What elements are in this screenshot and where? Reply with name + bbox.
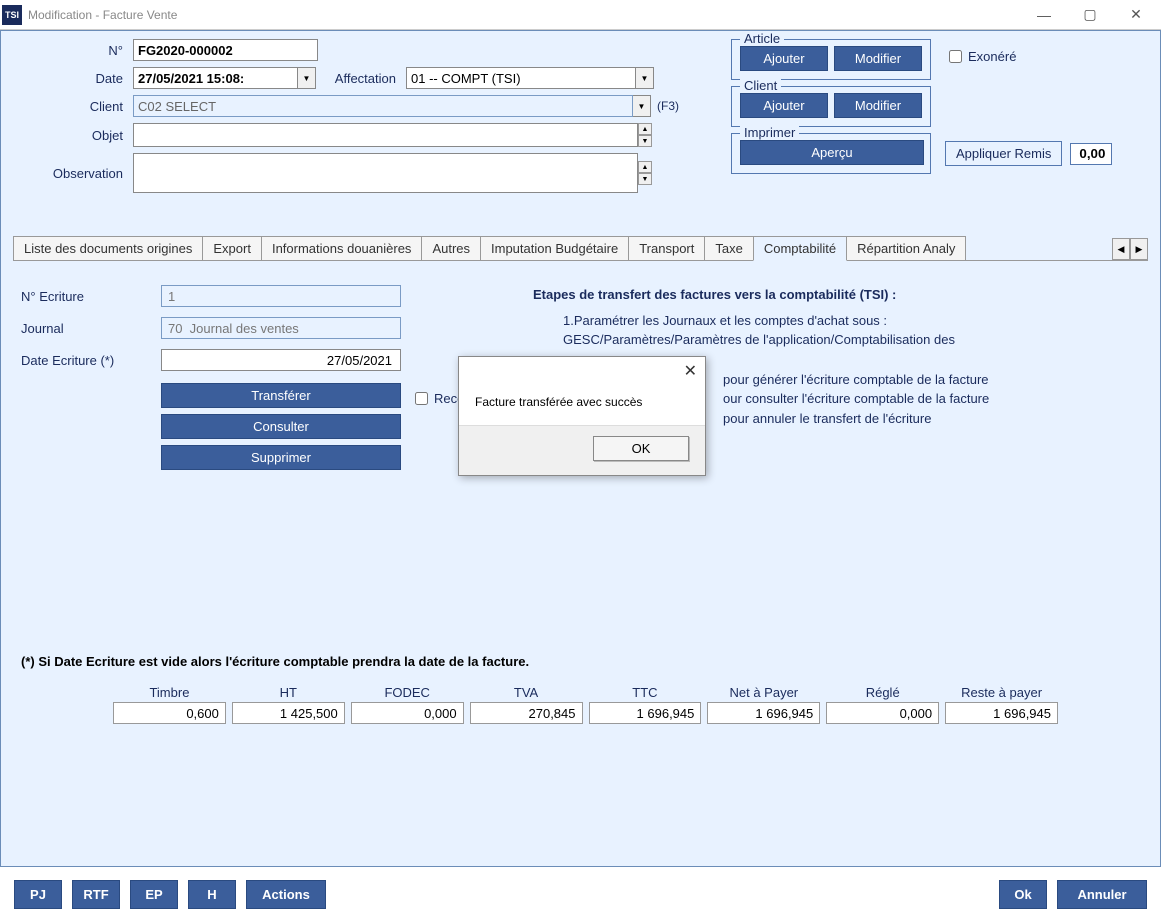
date-dropdown-icon[interactable]: ▼: [298, 67, 316, 89]
h-button[interactable]: H: [188, 880, 236, 909]
label-date: Date: [13, 71, 133, 86]
supprimer-button[interactable]: Supprimer: [161, 445, 401, 470]
ep-button[interactable]: EP: [130, 880, 178, 909]
tab-liste-documents[interactable]: Liste des documents origines: [13, 236, 203, 260]
label-ecriture-num: N° Ecriture: [21, 289, 161, 304]
dialog-close-icon[interactable]: ✕: [684, 361, 697, 381]
bottom-bar: PJ RTF EP H Actions Ok Annuler: [0, 866, 1161, 922]
step1b: GESC/Paramètres/Paramètres de l'applicat…: [563, 330, 1093, 350]
exonere-label: Exonéré: [968, 49, 1016, 64]
tabs: Liste des documents origines Export Info…: [13, 235, 1148, 261]
apply-remis-button[interactable]: Appliquer Remis: [945, 141, 1062, 166]
tab-export[interactable]: Export: [202, 236, 262, 260]
window-titlebar: TSI Modification - Facture Vente — ▢ ✕: [0, 0, 1161, 30]
legend-article: Article: [740, 31, 784, 46]
rtf-button[interactable]: RTF: [72, 880, 120, 909]
total-label-regle: Réglé: [826, 685, 939, 700]
ok-button[interactable]: Ok: [999, 880, 1047, 909]
dialog-ok-button[interactable]: OK: [593, 436, 689, 461]
close-button[interactable]: ✕: [1113, 1, 1159, 29]
objet-input[interactable]: [133, 123, 638, 147]
total-label-ttc: TTC: [589, 685, 702, 700]
consulter-button[interactable]: Consulter: [161, 414, 401, 439]
total-label-reste: Reste à payer: [945, 685, 1058, 700]
recalc-checkbox[interactable]: Rece: [415, 391, 464, 406]
tab-taxe[interactable]: Taxe: [704, 236, 753, 260]
ecriture-num-input[interactable]: [161, 285, 401, 307]
client-dropdown-icon[interactable]: ▼: [633, 95, 651, 117]
steps-title: Etapes de transfert des factures vers la…: [533, 285, 1093, 305]
date-input[interactable]: [133, 67, 298, 89]
tab-repartition[interactable]: Répartition Analy: [846, 236, 966, 260]
obs-input[interactable]: [133, 153, 638, 193]
legend-client: Client: [740, 78, 781, 93]
total-val-tva: 270,845: [470, 702, 583, 724]
app-icon: TSI: [2, 5, 22, 25]
client-input[interactable]: [133, 95, 633, 117]
actions-button[interactable]: Actions: [246, 880, 326, 909]
num-input[interactable]: [133, 39, 318, 61]
step2: pour générer l'écriture comptable de la …: [723, 370, 1093, 390]
article-edit-button[interactable]: Modifier: [834, 46, 922, 71]
date-ecriture-input[interactable]: [161, 349, 401, 371]
tab-douanieres[interactable]: Informations douanières: [261, 236, 422, 260]
date-ecriture-note: (*) Si Date Ecriture est vide alors l'éc…: [21, 654, 529, 669]
exonere-checkbox[interactable]: Exonéré: [949, 49, 1016, 64]
label-date-ecriture: Date Ecriture (*): [21, 353, 161, 368]
pj-button[interactable]: PJ: [14, 880, 62, 909]
step4: pour annuler le transfert de l'écriture: [723, 409, 1093, 429]
tab-comptabilite[interactable]: Comptabilité: [753, 236, 847, 261]
total-val-timbre: 0,600: [113, 702, 226, 724]
client-edit-button[interactable]: Modifier: [834, 93, 922, 118]
recalc-checkbox-input[interactable]: [415, 392, 428, 405]
totals-row: Timbre 0,600 HT 1 425,500 FODEC 0,000 TVA 27…: [13, 685, 1148, 724]
article-add-button[interactable]: Ajouter: [740, 46, 828, 71]
f3-hint: (F3): [657, 99, 679, 113]
tab-autres[interactable]: Autres: [421, 236, 481, 260]
journal-input[interactable]: [161, 317, 401, 339]
legend-print: Imprimer: [740, 125, 799, 140]
affect-input[interactable]: [406, 67, 636, 89]
total-label-timbre: Timbre: [113, 685, 226, 700]
total-val-ttc: 1 696,945: [589, 702, 702, 724]
total-val-regle: 0,000: [826, 702, 939, 724]
tab-transport[interactable]: Transport: [628, 236, 705, 260]
success-dialog: ✕ Facture transférée avec succès OK: [458, 356, 706, 476]
label-objet: Objet: [13, 128, 133, 143]
preview-button[interactable]: Aperçu: [740, 140, 924, 165]
tab-imputation[interactable]: Imputation Budgétaire: [480, 236, 629, 260]
label-journal: Journal: [21, 321, 161, 336]
remis-value-input[interactable]: [1070, 143, 1112, 165]
label-obs: Observation: [13, 166, 133, 181]
step3: our consulter l'écriture comptable de la…: [723, 389, 1093, 409]
step1a: 1.Paramétrer les Journaux et les comptes…: [563, 311, 1093, 331]
annuler-button[interactable]: Annuler: [1057, 880, 1147, 909]
tab-scroll-right-icon[interactable]: ▶: [1130, 238, 1148, 260]
total-label-net: Net à Payer: [707, 685, 820, 700]
objet-up-icon[interactable]: ▲: [638, 123, 652, 135]
exonere-checkbox-input[interactable]: [949, 50, 962, 63]
objet-down-icon[interactable]: ▼: [638, 135, 652, 147]
label-affect: Affectation: [316, 71, 406, 86]
window-title: Modification - Facture Vente: [28, 8, 1021, 22]
obs-up-icon[interactable]: ▲: [638, 161, 652, 173]
maximize-button[interactable]: ▢: [1067, 1, 1113, 29]
transferer-button[interactable]: Transférer: [161, 383, 401, 408]
total-val-net: 1 696,945: [707, 702, 820, 724]
total-label-fodec: FODEC: [351, 685, 464, 700]
label-num: N°: [13, 43, 133, 58]
label-client: Client: [13, 99, 133, 114]
minimize-button[interactable]: —: [1021, 1, 1067, 29]
total-val-ht: 1 425,500: [232, 702, 345, 724]
client-add-button[interactable]: Ajouter: [740, 93, 828, 118]
total-label-tva: TVA: [470, 685, 583, 700]
total-val-reste: 1 696,945: [945, 702, 1058, 724]
total-label-ht: HT: [232, 685, 345, 700]
total-val-fodec: 0,000: [351, 702, 464, 724]
dialog-message: Facture transférée avec succès: [459, 385, 705, 425]
affect-dropdown-icon[interactable]: ▼: [636, 67, 654, 89]
obs-down-icon[interactable]: ▼: [638, 173, 652, 185]
tab-scroll-left-icon[interactable]: ◀: [1112, 238, 1130, 260]
